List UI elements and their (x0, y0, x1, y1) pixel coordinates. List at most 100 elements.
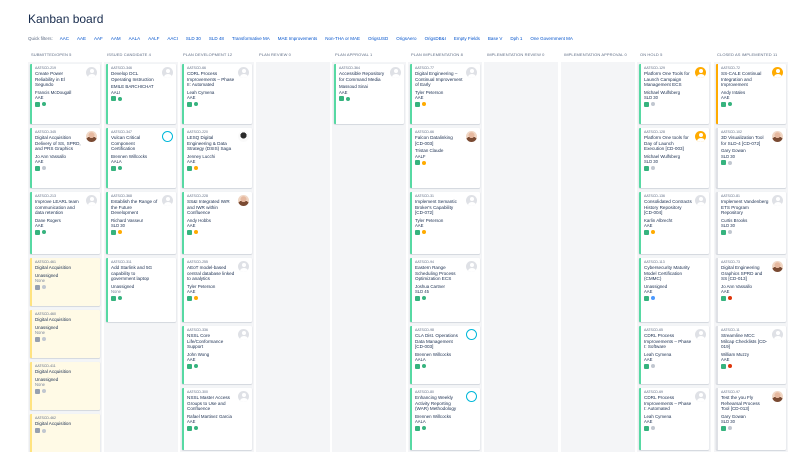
issue-card[interactable]: AATSCD-219 Create Power Reliability in El… (30, 64, 100, 124)
quick-filter-link[interactable]: OrigsUSD (368, 36, 388, 41)
issue-card[interactable]: AATSCD-300 NSSL Master Access Groups to U… (182, 388, 252, 450)
issue-label: AALA (415, 419, 426, 425)
assignee-avatar-icon[interactable] (772, 329, 783, 340)
assignee-avatar-icon[interactable] (772, 195, 783, 206)
quick-filter-link[interactable]: Transformative MA (232, 36, 270, 41)
quick-filter-link[interactable]: AACI (167, 36, 178, 41)
assignee-avatar-icon[interactable] (695, 329, 706, 340)
quick-filter-link[interactable]: AALF (148, 36, 159, 41)
issue-card[interactable]: AATSCD-77 Digital Engineering – Continual… (410, 64, 480, 124)
quick-filter-link[interactable]: AAM (111, 36, 121, 41)
card-icons (644, 295, 706, 301)
issue-card[interactable]: AATSCD-411 Digital Acquisition Unassigned N… (30, 362, 100, 410)
issue-label: None (35, 382, 46, 387)
issue-card[interactable]: AATSCD-228 SS&I Integrated IWR and IWR wi… (182, 192, 252, 254)
issue-card[interactable]: AATSCD-346 Develop DCL Operating Instruct… (106, 64, 176, 124)
issue-type-icon (721, 101, 726, 107)
quick-filter-link[interactable]: AAF (94, 36, 103, 41)
assignee-avatar-icon[interactable] (238, 195, 249, 206)
quick-filters-bar: Quick filters: AAC AAE AAF AAM AALA AALF AACI S… (28, 33, 581, 43)
quick-filter-link[interactable]: SLD 48 (209, 36, 224, 41)
assignee-avatar-icon[interactable] (238, 131, 249, 142)
issue-card[interactable]: AATSCD-220 LESQ Digital Engineering & Dat… (182, 128, 252, 188)
issue-card[interactable]: AATSCD-213 Improve LEARL team communicati… (30, 192, 100, 254)
assignee-avatar-icon[interactable] (695, 195, 706, 206)
assignee-avatar-icon[interactable] (390, 67, 401, 78)
board-column: ISSUED CANDIDATE 4 AATSCD-346 Develop DCL … (104, 52, 178, 452)
quick-filter-link[interactable]: MAE Improvements (278, 36, 318, 41)
issue-card[interactable]: AATSCD-66 CDRL Process Improvements – Pha… (182, 64, 252, 124)
issue-card[interactable]: AATSCD-311 Add Starlink and 5G capability… (106, 258, 176, 322)
assignee-avatar-icon[interactable] (466, 195, 477, 206)
quick-filter-link[interactable]: Empty Fields (454, 36, 480, 41)
assignee-avatar-icon[interactable] (238, 67, 249, 78)
assignee-avatar-icon[interactable] (162, 131, 173, 142)
issue-card[interactable]: AATSCD-73 Digital Engineering Graphics SP… (716, 258, 786, 322)
issue-card[interactable]: AATSCD-336 NSSL Core Life/Conformance Sup… (182, 326, 252, 384)
quick-filter-link[interactable]: One Government MA (530, 36, 573, 41)
quick-filter-link[interactable]: AALA (129, 36, 141, 41)
issue-card[interactable]: AATSCD-66 Falcon Datalinking [CD-003] Tris… (410, 128, 480, 188)
assignee-avatar-icon[interactable] (162, 67, 173, 78)
issue-card[interactable]: AATSCD-113 Cybersecurity Maturity Model C… (639, 258, 709, 322)
quick-filter-link[interactable]: SLD 30 (186, 36, 201, 41)
issue-card[interactable]: AATSCD-129 Platform One Tools for Launch … (639, 64, 709, 124)
issue-card[interactable]: AATSCD-69 CDRL Process Improvements – Pha… (639, 388, 709, 450)
assignee-avatar-icon[interactable] (238, 391, 249, 402)
card-icons (721, 363, 783, 369)
issue-card[interactable]: AATSCD-65 CDRL Process Improvements – Pha… (639, 326, 709, 384)
assignee-avatar-icon[interactable] (238, 261, 249, 272)
issue-card[interactable]: AATSCD-345 Digital Acquisition Delivery o… (30, 128, 100, 188)
issue-card[interactable]: AATSCD-461 Digital Acquisition Unassigned N… (30, 258, 100, 306)
assignee-avatar-icon[interactable] (466, 329, 477, 340)
assignee-avatar-icon[interactable] (466, 261, 477, 272)
quick-filter-link[interactable]: AAC (60, 36, 69, 41)
issue-card[interactable]: AATSCD-72 SS-CALE Continual Integration a… (716, 64, 786, 124)
issue-card[interactable]: AATSCD-128 Platform One tools for Day of … (639, 128, 709, 188)
quick-filter-link[interactable]: Base V (488, 36, 503, 41)
assignee-avatar-icon[interactable] (772, 391, 783, 402)
quick-filter-link[interactable]: AAE (77, 36, 86, 41)
priority-icon (42, 428, 46, 433)
priority-icon (422, 160, 426, 165)
issue-card[interactable]: AATSCD-97 Test the you Fly Rehearsal Proc… (716, 388, 786, 450)
column-body: AATSCD-77 Digital Engineering – Continual… (408, 62, 482, 452)
assignee-avatar-icon[interactable] (466, 67, 477, 78)
assignee-avatar-icon[interactable] (772, 131, 783, 142)
assignee-avatar-icon[interactable] (772, 67, 783, 78)
issue-summary: Test the you Fly Rehearsal Process Tool … (721, 395, 760, 412)
issue-card[interactable]: AATSCD-364 Accessible Repository for Comm… (334, 64, 404, 124)
issue-card[interactable]: AATSCD-11 Streamline MCC Milcap Checklist… (716, 326, 786, 384)
assignee-avatar-icon[interactable] (86, 67, 97, 78)
issue-card[interactable]: AATSCD-81 Implement Vandenberg ETS Progra… (716, 192, 786, 254)
assignee-avatar-icon[interactable] (695, 67, 706, 78)
issue-card[interactable]: AATSCD-462 Digital Acquisition (30, 414, 100, 452)
issue-card[interactable]: AATSCD-347 Vulcan Critical Component Cert… (106, 128, 176, 188)
quick-filter-link[interactable]: Dph 1 (510, 36, 522, 41)
issue-card[interactable]: AATSCD-255 AEoT model-based central datab… (182, 258, 252, 322)
assignee-avatar-icon[interactable] (86, 195, 97, 206)
issue-card[interactable]: AATSCD-94 Eastern Range Scheduling Proces… (410, 258, 480, 322)
issue-card[interactable]: AATSCD-31 Implement Semantic Broker's Cap… (410, 192, 480, 254)
issue-card[interactable]: AATSCD-136 Consolidated Contracts History… (639, 192, 709, 254)
assignee-avatar-icon[interactable] (466, 131, 477, 142)
issue-card[interactable]: AATSCD-80 Enhancing Weekly Activity Repor… (410, 388, 480, 450)
issue-card[interactable]: AATSCD-98 CLA Dist. Operations Data Manag… (410, 326, 480, 384)
issue-card[interactable]: AATSCD-460 Digital Acquisition Unassigned N… (30, 310, 100, 358)
issue-summary: Digital Acquisition (35, 317, 72, 322)
issue-card[interactable]: AATSCD-368 Establish the Range of the Fut… (106, 192, 176, 254)
quick-filter-link[interactable]: OrigsDB&I (425, 36, 446, 41)
quick-filter-link[interactable]: OrigsAero (396, 36, 416, 41)
issue-card[interactable]: AATSCD-102 3D Visualization Tool for SLD-… (716, 128, 786, 188)
card-icons (644, 229, 706, 235)
card-icons (721, 295, 783, 301)
assignee-avatar-icon[interactable] (238, 329, 249, 340)
quick-filter-link[interactable]: Non-THA or MAE (325, 36, 360, 41)
assignee-avatar-icon[interactable] (695, 391, 706, 402)
issue-label: SLD 45 (415, 289, 429, 295)
assignee-avatar-icon[interactable] (466, 391, 477, 402)
assignee-avatar-icon[interactable] (162, 195, 173, 206)
assignee-avatar-icon[interactable] (772, 261, 783, 272)
assignee-avatar-icon[interactable] (695, 131, 706, 142)
assignee-avatar-icon[interactable] (86, 131, 97, 142)
